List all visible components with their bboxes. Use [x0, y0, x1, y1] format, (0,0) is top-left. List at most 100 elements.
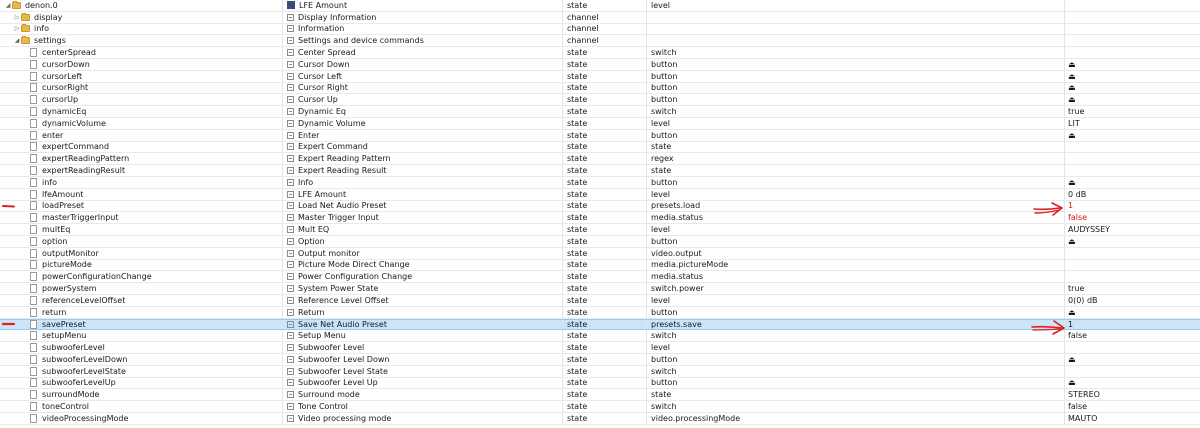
tree-row-dynamicEq[interactable]: dynamicEq Dynamic Eq state switch true	[0, 106, 1200, 118]
value-cell[interactable]: ⏏	[1064, 94, 1200, 106]
value-cell[interactable]: STEREO	[1064, 389, 1200, 401]
name-cell: Cursor Left	[282, 70, 562, 82]
value-cell[interactable]: 1	[1064, 200, 1200, 212]
value-cell[interactable]	[1064, 153, 1200, 165]
object-type-icon	[287, 414, 294, 422]
push-button-icon[interactable]: ⏏	[1068, 60, 1076, 69]
tree-row-expertReadingResult[interactable]: expertReadingResult Expert Reading Result…	[0, 165, 1200, 177]
role-cell: presets.load	[646, 200, 1064, 212]
value-cell[interactable]: ⏏	[1064, 176, 1200, 188]
value-cell[interactable]: true	[1064, 106, 1200, 117]
push-button-icon[interactable]: ⏏	[1068, 378, 1076, 387]
tree-row-info[interactable]: ▷ info Information channel	[0, 23, 1200, 36]
value-cell[interactable]: ⏏	[1064, 353, 1200, 365]
value-cell[interactable]: ⏏	[1064, 235, 1200, 247]
tree-row-centerSpread[interactable]: centerSpread Center Spread state switch	[0, 47, 1200, 59]
value-cell[interactable]	[1064, 271, 1200, 283]
id-cell: cursorLeft	[0, 71, 304, 82]
tree-row-dynamicVolume[interactable]: dynamicVolume Dynamic Volume state level LIT	[0, 117, 1200, 130]
value-cell[interactable]	[1064, 259, 1200, 271]
tree-row-denon.0[interactable]: ◢ denon.0 LFE Amount state level	[0, 0, 1200, 12]
object-name: Master Trigger Input	[298, 213, 379, 223]
value-cell[interactable]: false	[1064, 401, 1200, 412]
type-cell: state	[562, 235, 646, 247]
tree-row-outputMonitor[interactable]: outputMonitor Output monitor state video.ou…	[0, 247, 1200, 260]
value-cell[interactable]: false	[1064, 212, 1200, 224]
value-cell[interactable]	[1064, 141, 1200, 153]
tree-row-info[interactable]: info Info state button ⏏	[0, 176, 1200, 189]
value-cell[interactable]: false	[1064, 330, 1200, 342]
tree-row-expertReadingPattern[interactable]: expertReadingPattern Expert Reading Patte…	[0, 153, 1200, 166]
tree-row-setupMenu[interactable]: setupMenu Setup Menu state switch false	[0, 330, 1200, 343]
tree-row-cursorUp[interactable]: cursorUp Cursor Up state button ⏏	[0, 94, 1200, 107]
type-cell: state	[562, 129, 646, 141]
value-cell[interactable]	[1064, 35, 1200, 47]
value-cell[interactable]: ⏏	[1064, 58, 1200, 70]
push-button-icon[interactable]: ⏏	[1068, 131, 1076, 140]
push-button-icon[interactable]: ⏏	[1068, 72, 1076, 81]
tree-row-savePreset[interactable]: savePreset Save Net Audio Preset state pres…	[0, 318, 1200, 331]
tree-row-powerConfigurationChange[interactable]: powerConfigurationChange Power Configurat…	[0, 271, 1200, 284]
value-cell[interactable]	[1064, 342, 1200, 353]
id-cell: masterTriggerInput	[0, 212, 304, 223]
value-cell[interactable]	[1064, 11, 1200, 23]
value-cell[interactable]	[1064, 247, 1200, 259]
collapse-icon[interactable]: ◢	[4, 2, 12, 9]
value-cell[interactable]: true	[1064, 283, 1200, 294]
push-button-icon[interactable]: ⏏	[1068, 237, 1076, 246]
expand-icon[interactable]: ▷	[13, 25, 21, 32]
value-cell[interactable]: ⏏	[1064, 129, 1200, 141]
tree-row-cursorLeft[interactable]: cursorLeft Cursor Left state button ⏏	[0, 70, 1200, 83]
value-cell[interactable]: LIT	[1064, 117, 1200, 129]
push-button-icon[interactable]: ⏏	[1068, 308, 1076, 317]
tree-row-toneControl[interactable]: toneControl Tone Control state switch false	[0, 401, 1200, 413]
value-cell[interactable]	[1064, 47, 1200, 58]
value-cell[interactable]	[1064, 365, 1200, 377]
value-cell[interactable]: MAUTO	[1064, 412, 1200, 424]
value-cell[interactable]: 1	[1064, 319, 1200, 330]
value-cell[interactable]	[1064, 23, 1200, 35]
tree-row-settings[interactable]: ◢ settings Settings and device commands cha…	[0, 35, 1200, 48]
type-cell: state	[562, 224, 646, 235]
tree-row-enter[interactable]: enter Enter state button ⏏	[0, 129, 1200, 142]
push-button-icon[interactable]: ⏏	[1068, 95, 1076, 104]
tree-row-subwooferLevel[interactable]: subwooferLevel Subwoofer Level state level	[0, 342, 1200, 354]
value-cell[interactable]: AUDYSSEY	[1064, 224, 1200, 235]
tree-row-pictureMode[interactable]: pictureMode Picture Mode Direct Change sta…	[0, 259, 1200, 272]
tree-row-cursorDown[interactable]: cursorDown Cursor Down state button ⏏	[0, 58, 1200, 71]
tree-row-referenceLevelOffset[interactable]: referenceLevelOffset Reference Level Offs…	[0, 294, 1200, 307]
value-cell[interactable]	[1064, 0, 1200, 11]
tree-row-lfeAmount[interactable]: lfeAmount LFE Amount state level 0 dB	[0, 188, 1200, 201]
tree-row-subwooferLevelDown[interactable]: subwooferLevelDown Subwoofer Level Down st…	[0, 353, 1200, 366]
tree-row-expertCommand[interactable]: expertCommand Expert Command state state	[0, 141, 1200, 154]
value-cell[interactable]: ⏏	[1064, 82, 1200, 94]
tree-row-subwooferLevelUp[interactable]: subwooferLevelUp Subwoofer Level Up state b…	[0, 377, 1200, 390]
tree-row-surroundMode[interactable]: surroundMode Surround mode state state STERE…	[0, 389, 1200, 402]
value-cell[interactable]: ⏏	[1064, 377, 1200, 389]
collapse-icon[interactable]: ◢	[13, 37, 21, 44]
tree-row-subwooferLevelState[interactable]: subwooferLevelState Subwoofer Level State…	[0, 365, 1200, 378]
tree-row-powerSystem[interactable]: powerSystem System Power State state switch…	[0, 283, 1200, 295]
tree-row-display[interactable]: ▷ display Display Information channel	[0, 11, 1200, 24]
push-button-icon[interactable]: ⏏	[1068, 355, 1076, 364]
tree-row-return[interactable]: return Return state button ⏏	[0, 306, 1200, 319]
value-cell[interactable]: 0(0) dB	[1064, 294, 1200, 306]
value-cell[interactable]: ⏏	[1064, 70, 1200, 82]
tree-row-masterTriggerInput[interactable]: masterTriggerInput Master Trigger Input st…	[0, 212, 1200, 225]
push-button-icon[interactable]: ⏏	[1068, 178, 1076, 187]
name-cell: Option	[282, 235, 562, 247]
tree-row-videoProcessingMode[interactable]: videoProcessingMode Video processing mode…	[0, 412, 1200, 425]
tree-row-option[interactable]: option Option state button ⏏	[0, 235, 1200, 248]
expand-icon[interactable]: ▷	[13, 14, 21, 21]
type-cell: state	[562, 401, 646, 412]
value-cell[interactable]: ⏏	[1064, 306, 1200, 318]
role-cell: video.output	[646, 247, 1064, 259]
value-cell[interactable]: 0 dB	[1064, 188, 1200, 200]
value-cell[interactable]	[1064, 165, 1200, 176]
push-button-icon[interactable]: ⏏	[1068, 83, 1076, 92]
name-cell: Display Information	[282, 11, 562, 23]
tree-row-cursorRight[interactable]: cursorRight Cursor Right state button ⏏	[0, 82, 1200, 95]
tree-row-multEq[interactable]: multEq Mult EQ state level AUDYSSEY	[0, 224, 1200, 236]
tree-row-loadPreset[interactable]: loadPreset Load Net Audio Preset state pres…	[0, 200, 1200, 213]
role-cell: switch	[646, 365, 1064, 377]
